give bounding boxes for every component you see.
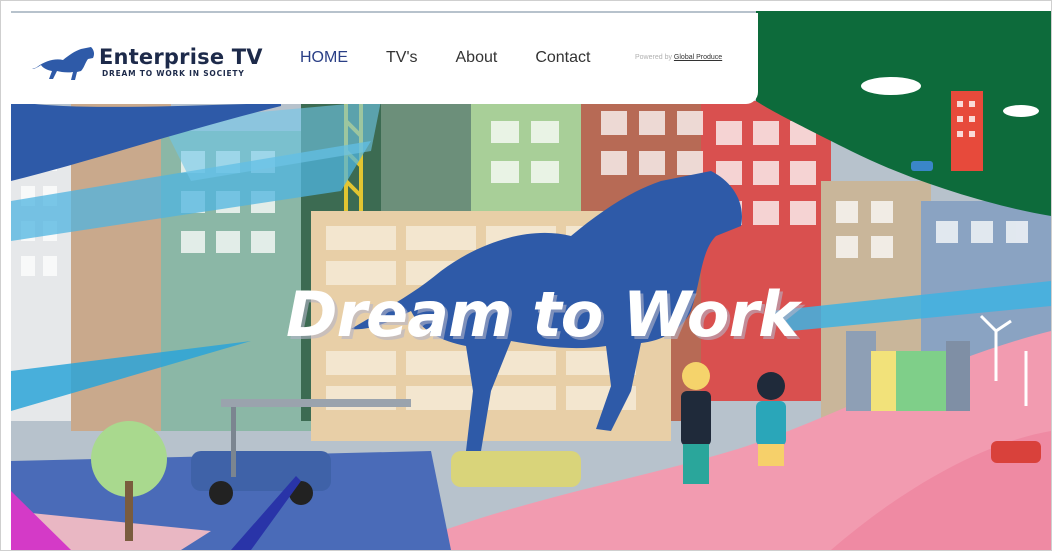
main-nav: HOME TV's About Contact	[300, 49, 628, 67]
hero-title: Dream to Work	[286, 278, 799, 351]
horse-logo-icon	[32, 47, 95, 80]
brand-title: Enterprise TV	[99, 45, 263, 69]
page: Enterprise TV DREAM TO WORK IN SOCIETY H…	[0, 0, 1052, 551]
nav-contact[interactable]: Contact	[535, 49, 590, 67]
nav-home[interactable]: HOME	[300, 49, 348, 67]
powered-by-link[interactable]: Global Produce	[674, 54, 722, 61]
brand-tagline: DREAM TO WORK IN SOCIETY	[102, 69, 245, 78]
site-header: Enterprise TV DREAM TO WORK IN SOCIETY H…	[11, 13, 758, 104]
brand-logo[interactable]: Enterprise TV DREAM TO WORK IN SOCIETY	[31, 41, 263, 83]
powered-by: Powered by Global Produce	[635, 54, 722, 61]
nav-about[interactable]: About	[456, 49, 498, 67]
powered-by-prefix: Powered by	[635, 54, 672, 61]
nav-tvs[interactable]: TV's	[386, 49, 418, 67]
